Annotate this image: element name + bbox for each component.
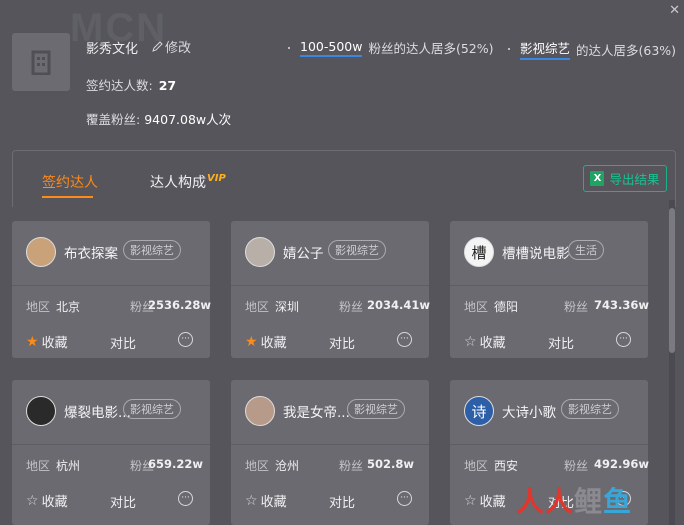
star-icon: ★ [26, 333, 39, 350]
org-logo [12, 33, 70, 91]
talent-name[interactable]: 槽槽说电影 [502, 242, 570, 262]
active-tab-indicator [42, 196, 93, 198]
avatar[interactable] [26, 237, 56, 267]
category-tag: 生活 [568, 240, 604, 260]
fans-value: 492.96w [594, 457, 650, 471]
fans-label: 粉丝 [564, 459, 589, 473]
favorite-button[interactable]: ☆ 收藏 [26, 491, 68, 511]
card-divider [231, 285, 429, 286]
excel-icon: X [590, 171, 605, 186]
scrollbar-thumb[interactable] [669, 208, 675, 353]
fans-label: 粉丝 [339, 459, 364, 473]
fans-label: 粉丝 [339, 300, 364, 314]
fans-value: 659.22w [148, 457, 204, 471]
talent-name[interactable]: 爆裂电影... [64, 401, 131, 421]
more-icon[interactable]: ··· [178, 332, 193, 347]
org-name: 影秀文化 [86, 42, 139, 57]
more-icon[interactable]: ··· [616, 332, 631, 347]
region-label: 地区 [26, 459, 51, 473]
compare-button[interactable]: 对比 [329, 492, 355, 511]
talent-card[interactable]: 婧公子 影视综艺地区 深圳 粉丝 2034.41w ★ 收藏 对比 ··· [231, 221, 431, 358]
card-divider [450, 285, 648, 286]
building-icon [31, 50, 51, 75]
fans-value: 2536.28w [148, 298, 212, 312]
fan-coverage: 覆盖粉丝: 9407.08w人次 [86, 112, 232, 127]
favorite-label: 收藏 [260, 495, 287, 510]
pencil-icon [152, 41, 163, 52]
signed-count: 签约达人数: 27 [86, 78, 177, 93]
more-icon[interactable]: ··· [397, 491, 412, 506]
region-value: 杭州 [56, 459, 81, 473]
region-label: 地区 [245, 300, 270, 314]
talent-name[interactable]: 婧公子 [283, 242, 324, 262]
talent-card[interactable]: 槽槽槽说电影 生活地区 德阳 粉丝 743.36w ☆ 收藏 对比 ··· [450, 221, 650, 358]
favorite-button[interactable]: ☆ 收藏 [464, 491, 506, 511]
avatar[interactable]: 槽 [464, 237, 494, 267]
fans-value: 502.8w [367, 457, 414, 471]
region-value: 西安 [494, 459, 519, 473]
compare-button[interactable]: 对比 [110, 333, 136, 352]
avatar[interactable] [26, 396, 56, 426]
avatar[interactable]: 诗 [464, 396, 494, 426]
tabs-panel [12, 150, 676, 207]
region-label: 地区 [26, 300, 51, 314]
vip-badge: VIP [207, 173, 226, 184]
favorite-button[interactable]: ★ 收藏 [245, 332, 287, 352]
more-icon[interactable]: ··· [397, 332, 412, 347]
fans-value: 2034.41w [367, 298, 431, 312]
favorite-label: 收藏 [260, 336, 287, 351]
edit-button[interactable]: 修改 [152, 37, 191, 56]
region-value: 深圳 [275, 300, 300, 314]
region-label: 地区 [464, 459, 489, 473]
category-tag: 影视综艺 [123, 240, 181, 260]
favorite-label: 收藏 [479, 495, 506, 510]
talent-card[interactable]: 爆裂电影... 影视综艺 地区 杭州 粉丝 659.22w ☆ 收藏 对比 ··· [12, 380, 210, 525]
talent-card[interactable]: 布衣探案 影视综艺 地区 北京 粉丝 2536.28w ★ 收藏 对比 ··· [12, 221, 212, 358]
category-tag: 影视综艺 [347, 399, 405, 419]
talent-name[interactable]: 大诗小歌 [502, 401, 556, 421]
edit-label: 修改 [165, 41, 192, 56]
category-tag: 影视综艺 [561, 399, 619, 419]
region-value: 沧州 [275, 459, 300, 473]
region-value: 北京 [56, 300, 81, 314]
compare-button[interactable]: 对比 [329, 333, 355, 352]
compare-button[interactable]: 对比 [110, 492, 136, 511]
category-tag: 影视综艺 [328, 240, 386, 260]
highlight-fans: 100-500w 粉丝的达人居多(52%) [288, 38, 494, 57]
fans-value: 743.36w [594, 298, 650, 312]
favorite-label: 收藏 [41, 495, 68, 510]
favorite-button[interactable]: ☆ 收藏 [464, 332, 506, 352]
card-divider [450, 444, 648, 445]
export-button[interactable]: X 导出结果 [583, 165, 667, 192]
region-label: 地区 [464, 300, 489, 314]
star-icon: ☆ [464, 492, 477, 509]
site-watermark: 人 人 鲤 鱼 [516, 485, 633, 518]
card-divider [12, 444, 210, 445]
close-icon[interactable]: ✕ [669, 3, 680, 18]
star-icon: ☆ [464, 333, 477, 350]
highlight-category: 影视综艺 的达人居多(63%) [508, 38, 676, 60]
card-divider [12, 285, 210, 286]
favorite-button[interactable]: ☆ 收藏 [245, 491, 287, 511]
tab-signed[interactable]: 签约达人 [42, 172, 98, 192]
favorite-label: 收藏 [479, 336, 506, 351]
talent-card[interactable]: 我是女帝... 影视综艺地区 沧州 粉丝 502.8w ☆ 收藏 对比 ··· [231, 380, 429, 525]
more-icon[interactable]: ··· [178, 491, 193, 506]
talent-name[interactable]: 我是女帝... [283, 401, 350, 421]
fans-label: 粉丝 [564, 300, 589, 314]
star-icon: ☆ [26, 492, 39, 509]
star-icon: ★ [245, 333, 258, 350]
favorite-button[interactable]: ★ 收藏 [26, 332, 68, 352]
avatar[interactable] [245, 396, 275, 426]
category-tag: 影视综艺 [123, 399, 181, 419]
compare-button[interactable]: 对比 [548, 333, 574, 352]
talent-name[interactable]: 布衣探案 [64, 242, 118, 262]
favorite-label: 收藏 [41, 336, 68, 351]
region-label: 地区 [245, 459, 270, 473]
card-divider [231, 444, 429, 445]
tab-composition[interactable]: 达人构成VIP [150, 172, 226, 192]
region-value: 德阳 [494, 300, 519, 314]
star-icon: ☆ [245, 492, 258, 509]
avatar[interactable] [245, 237, 275, 267]
